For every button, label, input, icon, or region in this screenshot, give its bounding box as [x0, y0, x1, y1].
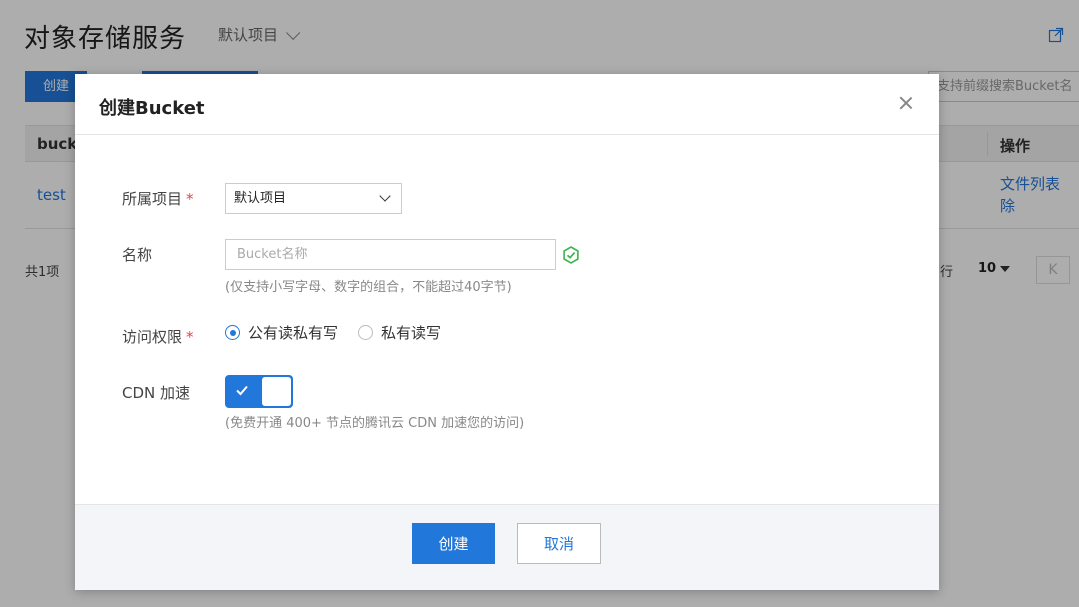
required-mark: *: [186, 328, 194, 346]
name-hint: (仅支持小写字母、数字的组合，不能超过40字节): [225, 280, 512, 295]
check-icon: [236, 385, 248, 396]
radio-public-read-label: 公有读私有写: [248, 324, 339, 342]
bucket-name-input[interactable]: [225, 239, 556, 270]
access-radio-group: 公有读私有写 私有读写: [225, 322, 461, 343]
dialog-footer: 创建 取消: [75, 504, 939, 590]
create-button[interactable]: 创建: [412, 523, 495, 564]
check-circle-icon: [563, 246, 579, 264]
name-label: 名称: [122, 246, 153, 264]
radio-checked-icon: [225, 325, 240, 340]
radio-unchecked-icon: [358, 325, 374, 340]
required-mark: *: [186, 190, 194, 208]
project-label: 所属项目 *: [122, 188, 194, 209]
project-select[interactable]: 默认项目: [225, 183, 402, 214]
dialog-title: 创建Bucket: [99, 98, 205, 119]
access-label-text: 访问权限: [122, 328, 183, 346]
radio-private-label: 私有读写: [381, 324, 442, 342]
cdn-label: CDN 加速: [122, 384, 191, 402]
toggle-knob: [262, 377, 291, 406]
close-icon[interactable]: [897, 94, 915, 112]
create-bucket-dialog: 创建Bucket 所属项目* 默认项目 名称 (仅支持小写字母、数字的组合，不能…: [75, 74, 939, 590]
cancel-button[interactable]: 取消: [517, 523, 601, 564]
access-label: 访问权限 *: [122, 326, 194, 347]
chevron-down-icon: [379, 190, 391, 202]
dialog-header: 创建Bucket: [75, 74, 939, 135]
radio-public-read[interactable]: 公有读私有写: [225, 322, 338, 343]
radio-private[interactable]: 私有读写: [358, 322, 441, 343]
cdn-toggle[interactable]: [225, 375, 293, 408]
project-select-value: 默认项目: [234, 191, 287, 206]
cdn-hint: (免费开通 400+ 节点的腾讯云 CDN 加速您的访问): [225, 416, 525, 431]
project-label-text: 所属项目: [122, 190, 183, 208]
